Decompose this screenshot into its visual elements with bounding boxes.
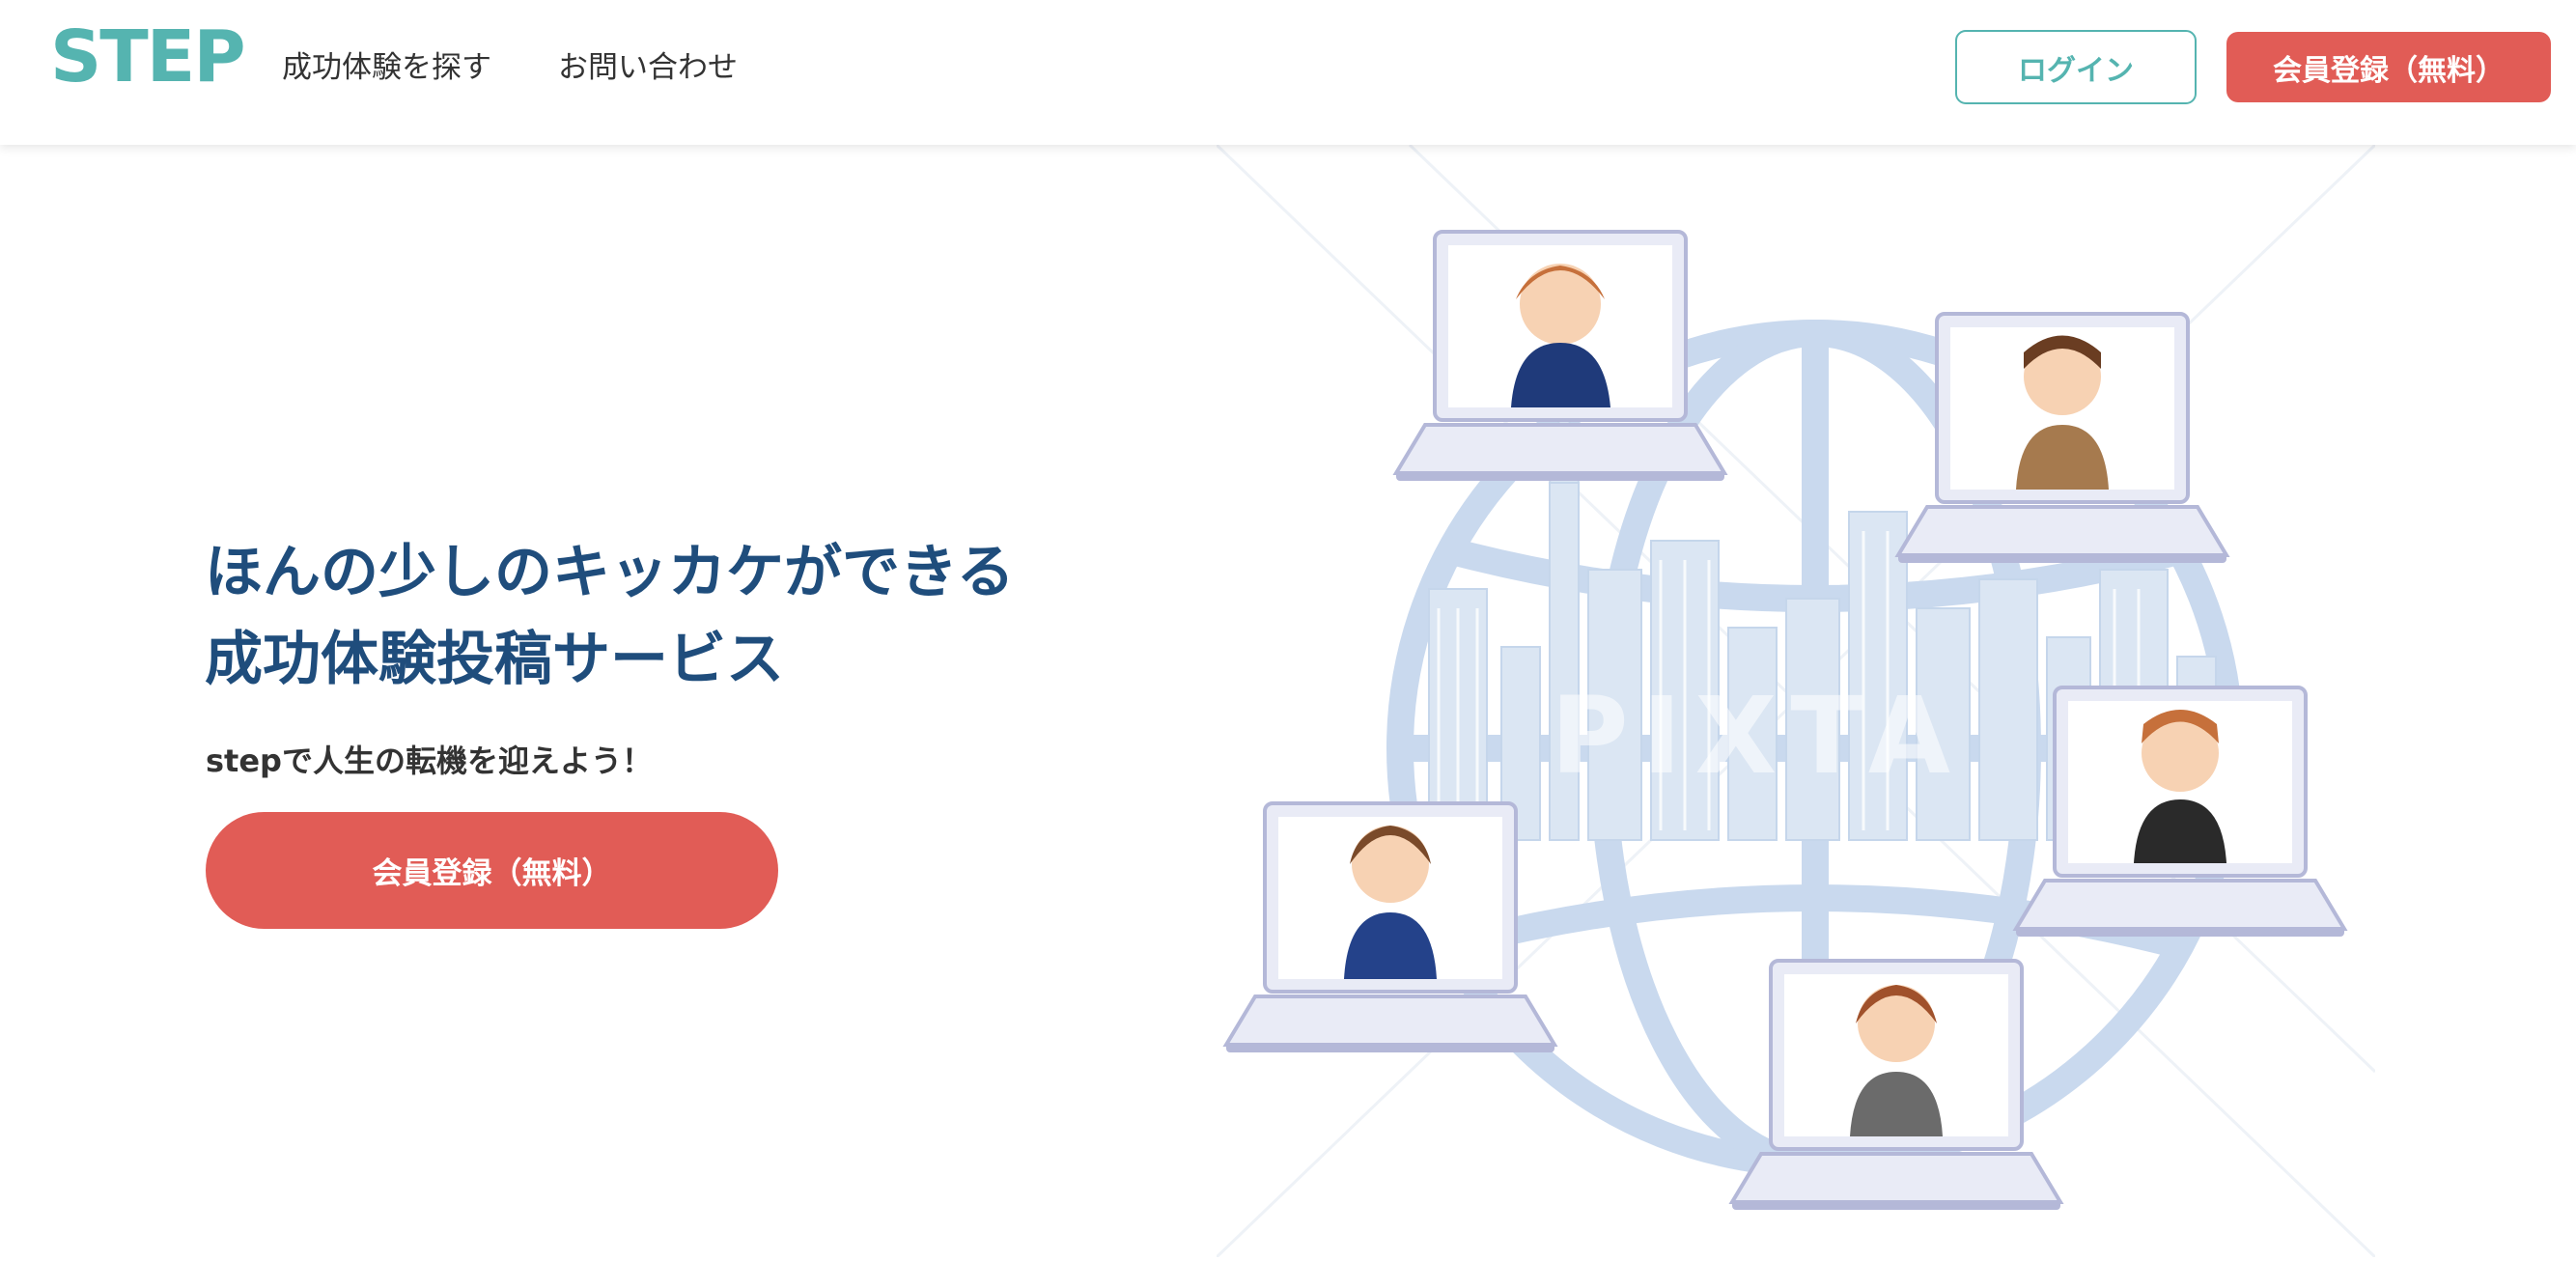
login-button[interactable]: ログイン bbox=[1955, 30, 2197, 104]
pixta-watermark: PIXTA bbox=[1551, 674, 1964, 798]
illustration-svg: PIXTA bbox=[1215, 143, 2377, 1259]
header-signup-button[interactable]: 会員登録（無料） bbox=[2226, 32, 2551, 102]
hero-title-line-1: ほんの少しのキッカケができる bbox=[205, 539, 1015, 606]
hero-signup-button[interactable]: 会員登録（無料） bbox=[206, 812, 778, 929]
site-header: STEP 成功体験を探す お問い合わせ ログイン 会員登録（無料） bbox=[0, 0, 2576, 145]
hero-subtitle: stepで人生の転機を迎えよう！ bbox=[206, 743, 653, 779]
nav-find-success-stories[interactable]: 成功体験を探す bbox=[282, 48, 491, 87]
nav-contact[interactable]: お問い合わせ bbox=[558, 48, 738, 87]
laptop-person-3-icon bbox=[2012, 686, 2348, 937]
hero-title: ほんの少しのキッカケができる 成功体験投稿サービス bbox=[205, 529, 1015, 703]
step-logo[interactable]: STEP bbox=[50, 21, 246, 93]
globe-laptops-illustration: PIXTA bbox=[1215, 143, 2377, 1259]
hero-title-line-2: 成功体験投稿サービス bbox=[205, 626, 784, 693]
laptop-person-1-icon bbox=[1392, 230, 1728, 481]
laptop-person-2-icon bbox=[1894, 312, 2230, 563]
laptop-person-5-icon bbox=[1728, 959, 2064, 1210]
laptop-person-4-icon bbox=[1222, 801, 1558, 1052]
